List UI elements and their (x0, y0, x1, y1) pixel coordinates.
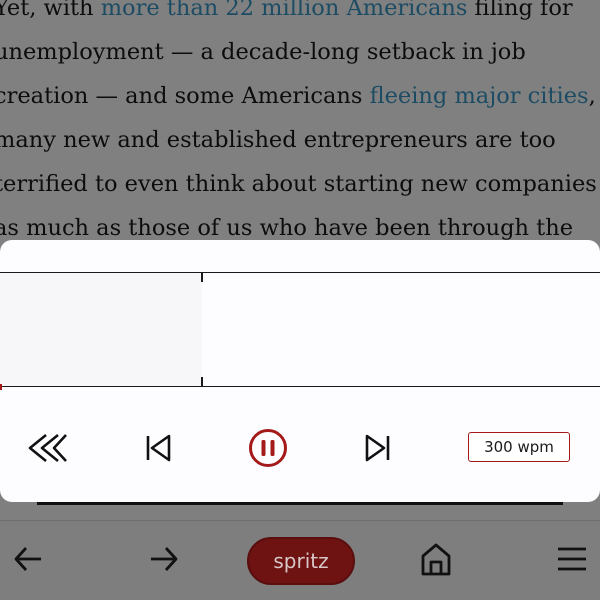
back-button[interactable] (8, 541, 48, 581)
pause-icon (248, 428, 288, 468)
focus-tick-bottom (201, 377, 203, 386)
spritz-reader-modal: 300 wpm (0, 240, 600, 502)
article-line: many new and established entrepreneurs a… (0, 127, 556, 153)
reader-bottom-rule (0, 386, 600, 387)
article-line: creation — and some Americans fleeing ma… (0, 83, 596, 109)
article-line: terrified to even think about starting n… (0, 171, 597, 197)
arrow-right-icon (148, 545, 180, 577)
progress-marker (0, 384, 2, 390)
next-button[interactable] (356, 428, 400, 468)
arrow-left-icon (12, 545, 44, 577)
focus-tick-top (201, 273, 203, 282)
skip-forward-icon (362, 432, 394, 464)
rewind-icon (26, 432, 70, 464)
home-icon (419, 541, 453, 581)
reader-top-rule (0, 272, 600, 273)
article-line: Yet, with more than 22 million Americans… (0, 0, 600, 30)
word-reader-area (0, 272, 600, 390)
forward-button[interactable] (144, 541, 184, 581)
home-button[interactable] (414, 539, 458, 583)
bottom-nav-bar: spritz (0, 520, 600, 600)
article-link[interactable]: more than 22 million Americans (101, 0, 468, 21)
previous-button[interactable] (136, 428, 180, 468)
article-body: Yet, with more than 22 million Americans… (0, 0, 600, 250)
menu-icon (556, 546, 588, 576)
menu-button[interactable] (552, 541, 592, 581)
current-word (0, 312, 600, 348)
article-line: unemployment — a decade-long setback in … (0, 39, 526, 65)
divider-bar (37, 502, 563, 505)
rewind-button[interactable] (22, 428, 74, 468)
wpm-selector[interactable]: 300 wpm (468, 432, 570, 462)
article-link[interactable]: fleeing major cities (370, 83, 589, 109)
playback-controls: 300 wpm (0, 418, 600, 478)
pause-button[interactable] (246, 426, 290, 470)
skip-back-icon (142, 432, 174, 464)
spritz-button[interactable]: spritz (247, 537, 355, 585)
